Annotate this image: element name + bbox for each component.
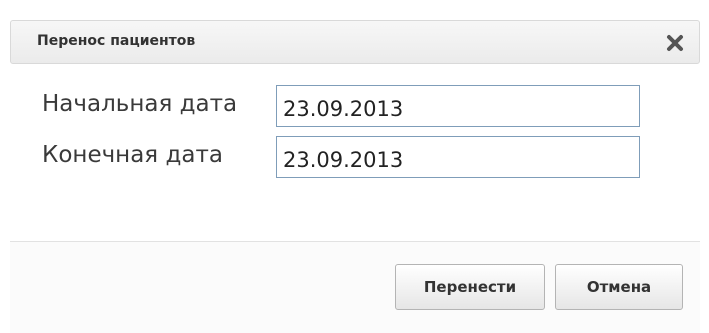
dialog-titlebar: Перенос пациентов xyxy=(10,20,700,64)
transfer-button[interactable]: Перенести xyxy=(395,264,545,310)
end-date-input[interactable] xyxy=(276,136,640,178)
transfer-patients-dialog: Перенос пациентов Начальная дата Конечна… xyxy=(0,0,709,333)
end-date-label: Конечная дата xyxy=(42,142,223,168)
cancel-button[interactable]: Отмена xyxy=(555,264,683,310)
start-date-input[interactable] xyxy=(276,85,640,127)
close-icon[interactable] xyxy=(665,30,685,54)
dialog-title: Перенос пациентов xyxy=(37,33,196,49)
start-date-label: Начальная дата xyxy=(42,91,238,117)
